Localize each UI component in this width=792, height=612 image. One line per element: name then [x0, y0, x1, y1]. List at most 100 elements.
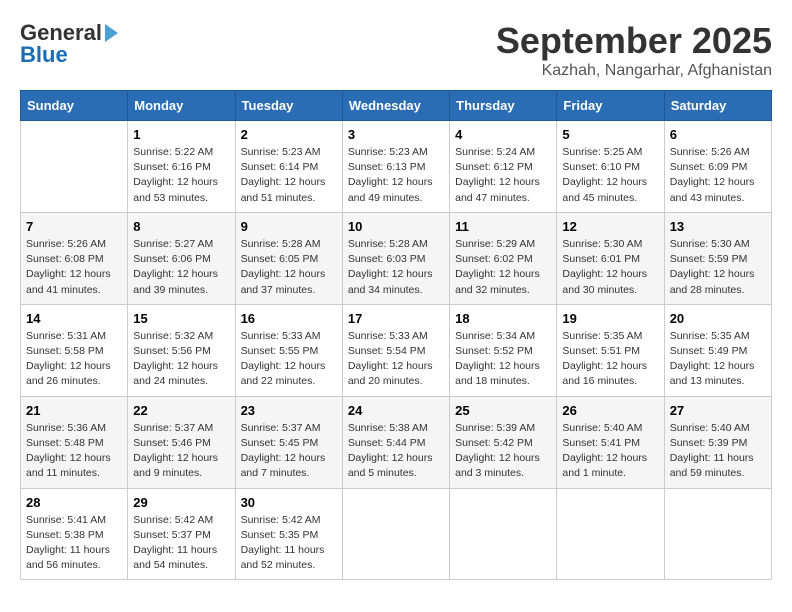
col-saturday: Saturday [664, 91, 771, 121]
day-info: Sunrise: 5:40 AM Sunset: 5:41 PM Dayligh… [562, 421, 658, 482]
cell-w5-d4 [342, 488, 449, 580]
cell-w1-d7: 6Sunrise: 5:26 AM Sunset: 6:09 PM Daylig… [664, 121, 771, 213]
day-number: 7 [26, 219, 122, 234]
day-number: 8 [133, 219, 229, 234]
cell-w1-d4: 3 Sunrise: 5:23 AM Sunset: 6:13 PM Daylig… [342, 121, 449, 213]
day-info: Sunrise: 5:38 AM Sunset: 5:44 PM Dayligh… [348, 421, 444, 482]
cell-w1-d5: 4Sunrise: 5:24 AM Sunset: 6:12 PM Daylig… [450, 121, 557, 213]
day-info: Sunrise: 5:36 AM Sunset: 5:48 PM Dayligh… [26, 421, 122, 482]
day-number: 4 [455, 127, 551, 142]
month-year-title: September 2025 [496, 20, 772, 62]
cell-w2-d7: 13 Sunrise: 5:30 AM Sunset: 5:59 PM Dayli… [664, 212, 771, 304]
day-number: 28 [26, 495, 122, 510]
week-row-4: 21Sunrise: 5:36 AM Sunset: 5:48 PM Dayli… [21, 396, 772, 488]
cell-w4-d1: 21Sunrise: 5:36 AM Sunset: 5:48 PM Dayli… [21, 396, 128, 488]
cell-w5-d7 [664, 488, 771, 580]
day-info: Sunrise: 5:23 AM Sunset: 6:13 PM Dayligh… [348, 145, 444, 206]
day-info: Sunrise: 5:28 AM Sunset: 6:05 PM Dayligh… [241, 237, 337, 298]
day-number: 11 [455, 219, 551, 234]
day-info: Sunrise: 5:29 AM Sunset: 6:02 PM Dayligh… [455, 237, 551, 298]
day-info: Sunrise: 5:42 AM Sunset: 5:35 PM Dayligh… [241, 513, 337, 574]
day-info: Sunrise: 5:26 AM Sunset: 6:08 PM Dayligh… [26, 237, 122, 298]
cell-w4-d4: 24 Sunrise: 5:38 AM Sunset: 5:44 PM Dayli… [342, 396, 449, 488]
day-number: 15 [133, 311, 229, 326]
day-number: 24 [348, 403, 444, 418]
day-info: Sunrise: 5:30 AM Sunset: 5:59 PM Dayligh… [670, 237, 766, 298]
day-number: 13 [670, 219, 766, 234]
logo-arrow-icon [105, 24, 118, 42]
cell-w2-d2: 8Sunrise: 5:27 AM Sunset: 6:06 PM Daylig… [128, 212, 235, 304]
col-thursday: Thursday [450, 91, 557, 121]
day-info: Sunrise: 5:33 AM Sunset: 5:54 PM Dayligh… [348, 329, 444, 390]
day-number: 9 [241, 219, 337, 234]
day-number: 26 [562, 403, 658, 418]
cell-w3-d1: 14 Sunrise: 5:31 AM Sunset: 5:58 PM Dayli… [21, 304, 128, 396]
cell-w2-d4: 10 Sunrise: 5:28 AM Sunset: 6:03 PM Dayli… [342, 212, 449, 304]
day-number: 14 [26, 311, 122, 326]
day-info: Sunrise: 5:30 AM Sunset: 6:01 PM Dayligh… [562, 237, 658, 298]
cell-w2-d3: 9 Sunrise: 5:28 AM Sunset: 6:05 PM Daylig… [235, 212, 342, 304]
day-info: Sunrise: 5:28 AM Sunset: 6:03 PM Dayligh… [348, 237, 444, 298]
page-header: General Blue September 2025 Kazhah, Nang… [20, 20, 772, 80]
cell-w3-d2: 15 Sunrise: 5:32 AM Sunset: 5:56 PM Dayli… [128, 304, 235, 396]
col-tuesday: Tuesday [235, 91, 342, 121]
cell-w3-d4: 17 Sunrise: 5:33 AM Sunset: 5:54 PM Dayli… [342, 304, 449, 396]
day-info: Sunrise: 5:31 AM Sunset: 5:58 PM Dayligh… [26, 329, 122, 390]
day-number: 29 [133, 495, 229, 510]
day-number: 30 [241, 495, 337, 510]
day-number: 22 [133, 403, 229, 418]
location-subtitle: Kazhah, Nangarhar, Afghanistan [496, 62, 772, 80]
cell-w4-d7: 27 Sunrise: 5:40 AM Sunset: 5:39 PM Dayli… [664, 396, 771, 488]
day-number: 3 [348, 127, 444, 142]
week-row-5: 28 Sunrise: 5:41 AM Sunset: 5:38 PM Dayli… [21, 488, 772, 580]
day-info: Sunrise: 5:40 AM Sunset: 5:39 PM Dayligh… [670, 421, 766, 482]
day-info: Sunrise: 5:41 AM Sunset: 5:38 PM Dayligh… [26, 513, 122, 574]
col-friday: Friday [557, 91, 664, 121]
cell-w2-d6: 12Sunrise: 5:30 AM Sunset: 6:01 PM Dayli… [557, 212, 664, 304]
day-number: 1 [133, 127, 229, 142]
day-number: 23 [241, 403, 337, 418]
day-info: Sunrise: 5:35 AM Sunset: 5:49 PM Dayligh… [670, 329, 766, 390]
day-number: 27 [670, 403, 766, 418]
cell-w2-d1: 7 Sunrise: 5:26 AM Sunset: 6:08 PM Daylig… [21, 212, 128, 304]
cell-w3-d6: 19Sunrise: 5:35 AM Sunset: 5:51 PM Dayli… [557, 304, 664, 396]
col-sunday: Sunday [21, 91, 128, 121]
col-wednesday: Wednesday [342, 91, 449, 121]
cell-w3-d3: 16 Sunrise: 5:33 AM Sunset: 5:55 PM Dayli… [235, 304, 342, 396]
logo: General Blue [20, 20, 119, 68]
day-number: 19 [562, 311, 658, 326]
logo-blue-text: Blue [20, 42, 68, 68]
day-number: 18 [455, 311, 551, 326]
cell-w5-d6 [557, 488, 664, 580]
cell-w5-d2: 29 Sunrise: 5:42 AM Sunset: 5:37 PM Dayli… [128, 488, 235, 580]
day-info: Sunrise: 5:22 AM Sunset: 6:16 PM Dayligh… [133, 145, 229, 206]
cell-w4-d3: 23 Sunrise: 5:37 AM Sunset: 5:45 PM Dayli… [235, 396, 342, 488]
day-info: Sunrise: 5:23 AM Sunset: 6:14 PM Dayligh… [241, 145, 337, 206]
day-number: 5 [562, 127, 658, 142]
day-number: 16 [241, 311, 337, 326]
cell-w4-d5: 25 Sunrise: 5:39 AM Sunset: 5:42 PM Dayli… [450, 396, 557, 488]
day-info: Sunrise: 5:34 AM Sunset: 5:52 PM Dayligh… [455, 329, 551, 390]
day-number: 17 [348, 311, 444, 326]
title-section: September 2025 Kazhah, Nangarhar, Afghan… [496, 20, 772, 80]
day-number: 10 [348, 219, 444, 234]
cell-w4-d6: 26 Sunrise: 5:40 AM Sunset: 5:41 PM Dayli… [557, 396, 664, 488]
day-info: Sunrise: 5:39 AM Sunset: 5:42 PM Dayligh… [455, 421, 551, 482]
week-row-2: 7 Sunrise: 5:26 AM Sunset: 6:08 PM Daylig… [21, 212, 772, 304]
week-row-1: 1 Sunrise: 5:22 AM Sunset: 6:16 PM Daylig… [21, 121, 772, 213]
day-info: Sunrise: 5:37 AM Sunset: 5:45 PM Dayligh… [241, 421, 337, 482]
day-number: 2 [241, 127, 337, 142]
cell-w1-d2: 1 Sunrise: 5:22 AM Sunset: 6:16 PM Daylig… [128, 121, 235, 213]
cell-w5-d1: 28 Sunrise: 5:41 AM Sunset: 5:38 PM Dayli… [21, 488, 128, 580]
cell-w5-d3: 30 Sunrise: 5:42 AM Sunset: 5:35 PM Dayli… [235, 488, 342, 580]
day-info: Sunrise: 5:26 AM Sunset: 6:09 PM Dayligh… [670, 145, 766, 206]
day-info: Sunrise: 5:42 AM Sunset: 5:37 PM Dayligh… [133, 513, 229, 574]
cell-w2-d5: 11 Sunrise: 5:29 AM Sunset: 6:02 PM Dayli… [450, 212, 557, 304]
cell-w1-d3: 2 Sunrise: 5:23 AM Sunset: 6:14 PM Daylig… [235, 121, 342, 213]
cell-w4-d2: 22Sunrise: 5:37 AM Sunset: 5:46 PM Dayli… [128, 396, 235, 488]
week-row-3: 14 Sunrise: 5:31 AM Sunset: 5:58 PM Dayli… [21, 304, 772, 396]
cell-w1-d6: 5Sunrise: 5:25 AM Sunset: 6:10 PM Daylig… [557, 121, 664, 213]
day-info: Sunrise: 5:32 AM Sunset: 5:56 PM Dayligh… [133, 329, 229, 390]
day-number: 25 [455, 403, 551, 418]
day-info: Sunrise: 5:33 AM Sunset: 5:55 PM Dayligh… [241, 329, 337, 390]
